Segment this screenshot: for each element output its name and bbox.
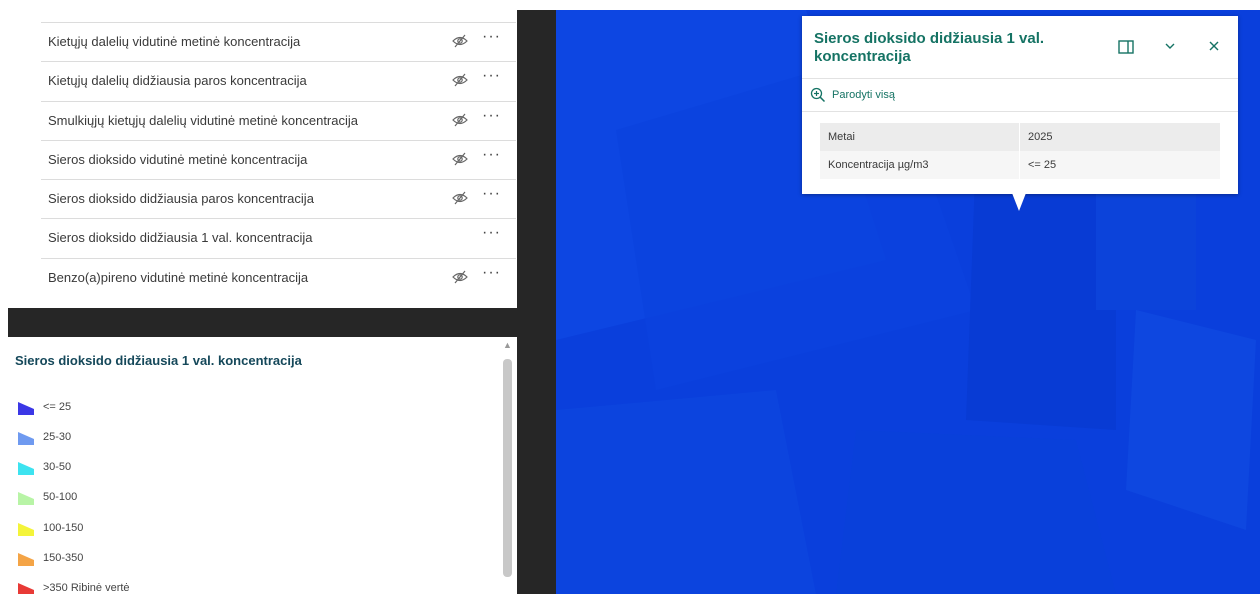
- legend-swatch: [18, 432, 34, 445]
- layer-row-sd-paros[interactable]: Sieros dioksido didžiausia paros koncent…: [41, 179, 516, 217]
- legend-swatch: [18, 583, 34, 594]
- more-options-icon[interactable]: ···: [482, 146, 501, 164]
- eye-off-icon[interactable]: [452, 270, 468, 284]
- layer-row-sd-1val[interactable]: Sieros dioksido didžiausia 1 val. koncen…: [41, 218, 516, 256]
- legend-swatch: [18, 523, 34, 536]
- layer-list-panel: Kietųjų dalelių vidutinė metinė koncentr…: [8, 0, 518, 306]
- zoom-to-label: Parodyti visą: [832, 89, 895, 101]
- layer-list: Kietųjų dalelių vidutinė metinė koncentr…: [41, 22, 516, 297]
- attribute-key: Metai: [820, 123, 1020, 151]
- more-options-icon[interactable]: ···: [482, 224, 501, 242]
- eye-off-icon[interactable]: [452, 73, 468, 87]
- legend-title: Sieros dioksido didžiausia 1 val. koncen…: [15, 353, 302, 368]
- layer-label: Kietųjų dalelių didžiausia paros koncent…: [48, 73, 307, 89]
- attribute-row: Metai 2025: [820, 123, 1220, 151]
- layer-label: Sieros dioksido vidutinė metinė koncentr…: [48, 151, 308, 167]
- legend-label: 30-50: [43, 461, 72, 473]
- legend-swatch: [18, 462, 34, 475]
- popup-divider: [802, 78, 1238, 79]
- legend-label: 100-150: [43, 522, 84, 534]
- eye-off-icon[interactable]: [452, 152, 468, 166]
- legend-label: 50-100: [43, 491, 78, 503]
- popup-divider: [802, 111, 1238, 112]
- zoom-in-icon: [810, 87, 826, 103]
- more-options-icon[interactable]: ···: [482, 264, 501, 282]
- layer-label: Benzo(a)pireno vidutinė metinė koncentra…: [48, 269, 309, 285]
- attribute-value: <= 25: [1019, 151, 1220, 179]
- attribute-table: Metai 2025 Koncentracija µg/m3 <= 25: [820, 123, 1220, 179]
- popup-title: Sieros dioksido didžiausia 1 val. koncen…: [814, 30, 1045, 65]
- layer-row-kd-paros[interactable]: Kietųjų dalelių didžiausia paros koncent…: [41, 61, 516, 99]
- legend-swatch: [18, 492, 34, 505]
- feature-popup: Sieros dioksido didžiausia 1 val. koncen…: [802, 16, 1238, 194]
- attribute-key: Koncentracija µg/m3: [820, 151, 1020, 179]
- panel-divider: [517, 10, 556, 594]
- zoom-to-button[interactable]: Parodyti visą: [810, 87, 895, 105]
- layer-row-benzo[interactable]: Benzo(a)pireno vidutinė metinė koncentra…: [41, 257, 516, 296]
- legend-label: 25-30: [43, 431, 72, 443]
- eye-off-icon[interactable]: [452, 34, 468, 48]
- panel-divider: [8, 308, 556, 337]
- layer-row-skd-metine[interactable]: Smulkiųjų kietųjų dalelių vidutinė metin…: [41, 100, 516, 139]
- legend-swatch: [18, 553, 34, 566]
- more-options-icon[interactable]: ···: [482, 185, 501, 203]
- close-icon[interactable]: [1208, 40, 1220, 52]
- legend-label: >350 Ribinė vertė: [43, 582, 130, 594]
- eye-off-icon[interactable]: [452, 191, 468, 205]
- layer-label: Sieros dioksido didžiausia paros koncent…: [48, 191, 314, 207]
- layer-label: Sieros dioksido didžiausia 1 val. koncen…: [48, 230, 313, 246]
- layer-row-sd-metine[interactable]: Sieros dioksido vidutinė metinė koncentr…: [41, 139, 516, 178]
- chevron-down-icon[interactable]: [1164, 40, 1176, 52]
- layer-label: Smulkiųjų kietųjų dalelių vidutinė metin…: [48, 112, 359, 128]
- legend-label: <= 25: [43, 401, 72, 413]
- layer-row-kd-metine[interactable]: Kietųjų dalelių vidutinė metinė koncentr…: [41, 22, 516, 60]
- dock-icon[interactable]: [1118, 40, 1134, 54]
- layer-label: Kietųjų dalelių vidutinė metinė koncentr…: [48, 34, 301, 49]
- legend-label: 150-350: [43, 552, 84, 564]
- more-options-icon[interactable]: ···: [482, 28, 501, 46]
- legend-scrollbar[interactable]: [503, 359, 512, 577]
- legend-swatch: [18, 402, 34, 415]
- eye-off-icon[interactable]: [452, 113, 468, 127]
- attribute-row: Koncentracija µg/m3 <= 25: [820, 151, 1220, 179]
- more-options-icon[interactable]: ···: [482, 67, 501, 85]
- attribute-value: 2025: [1019, 123, 1220, 151]
- more-options-icon[interactable]: ···: [482, 107, 501, 125]
- scroll-up-arrow-icon[interactable]: ▲: [503, 340, 512, 350]
- popup-pointer: [1012, 193, 1026, 211]
- legend-panel: Sieros dioksido didžiausia 1 val. koncen…: [8, 337, 517, 594]
